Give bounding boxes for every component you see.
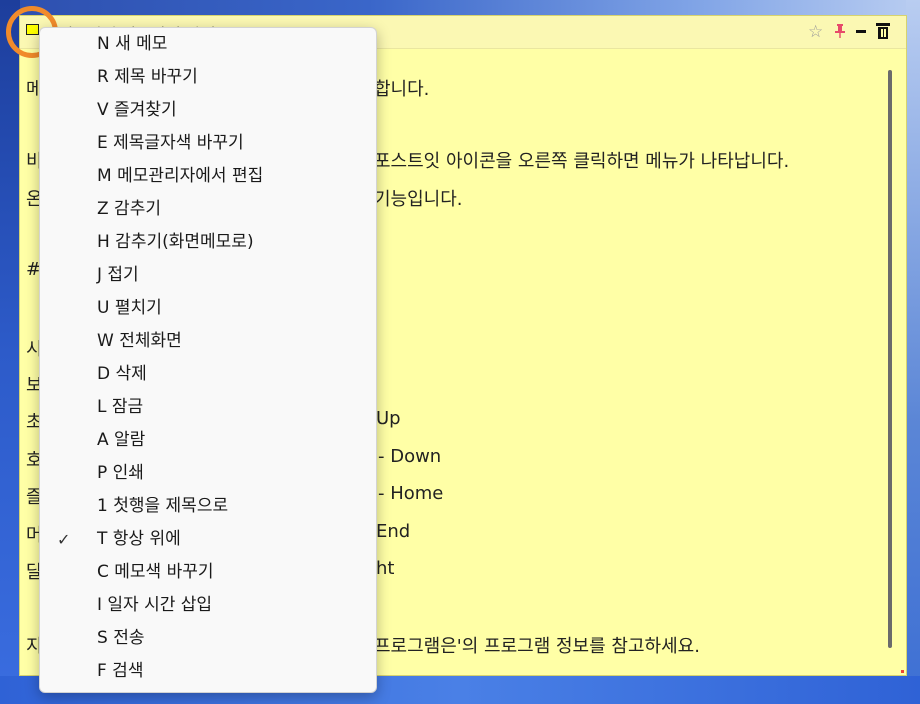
menu-item-lock[interactable]: L 잠금 [40,391,376,424]
note-line-text: End [376,521,411,542]
menu-item-title-color[interactable]: E 제목글자색 바꾸기 [40,127,376,160]
desktop-wallpaper-left [0,0,20,704]
note-line-text: 프로그램은'의 프로그램 정보를 참고하세요. [374,636,700,657]
menu-item-delete[interactable]: D 삭제 [40,358,376,391]
menu-item-hide-to-screen-memo[interactable]: H 감추기(화면메모로) [40,226,376,259]
menu-item-favorites[interactable]: V 즐겨찾기 [40,94,376,127]
note-line-text: - Home [378,483,444,504]
note-line-text: 포스트잇 아이콘을 오른쪽 클릭하면 메뉴가 나타납니다. [374,151,790,172]
favorite-star-icon[interactable]: ☆ [808,22,823,42]
menu-item-new-memo[interactable]: N 새 메모 [40,28,376,61]
note-line-text: ht [376,558,395,579]
note-line-text: 합니다. [374,79,430,100]
menu-item-rename-title[interactable]: R 제목 바꾸기 [40,61,376,94]
menu-item-insert-datetime[interactable]: I 일자 시간 삽입 [40,589,376,622]
context-menu: N 새 메모 R 제목 바꾸기 V 즐겨찾기 E 제목글자색 바꾸기 M 메모관… [39,27,377,693]
note-line-text: Up [376,408,401,429]
menu-item-always-on-top[interactable]: ✓ T 항상 위에 [40,523,376,556]
menu-item-hide[interactable]: Z 감추기 [40,193,376,226]
resize-grip[interactable] [901,670,904,673]
checkmark-icon: ✓ [57,530,71,549]
pin-icon[interactable] [835,24,845,44]
note-line-text: - Down [378,446,442,467]
minimize-icon[interactable] [856,30,866,33]
scrollbar-thumb[interactable] [888,70,892,648]
menu-item-send[interactable]: S 전송 [40,622,376,655]
trash-icon[interactable] [876,23,890,39]
menu-item-print[interactable]: P 인쇄 [40,457,376,490]
menu-item-expand[interactable]: U 펼치기 [40,292,376,325]
menu-item-edit-in-manager[interactable]: M 메모관리자에서 편집 [40,160,376,193]
note-line-text: 기능입니다. [374,189,463,210]
desktop-wallpaper-right [906,0,920,704]
menu-item-first-line-as-title[interactable]: 1 첫행을 제목으로 [40,490,376,523]
menu-item-fullscreen[interactable]: W 전체화면 [40,325,376,358]
menu-item-change-memo-color[interactable]: C 메모색 바꾸기 [40,556,376,589]
menu-item-collapse[interactable]: J 접기 [40,259,376,292]
menu-item-alarm[interactable]: A 알람 [40,424,376,457]
menu-item-search[interactable]: F 검색 [40,655,376,688]
